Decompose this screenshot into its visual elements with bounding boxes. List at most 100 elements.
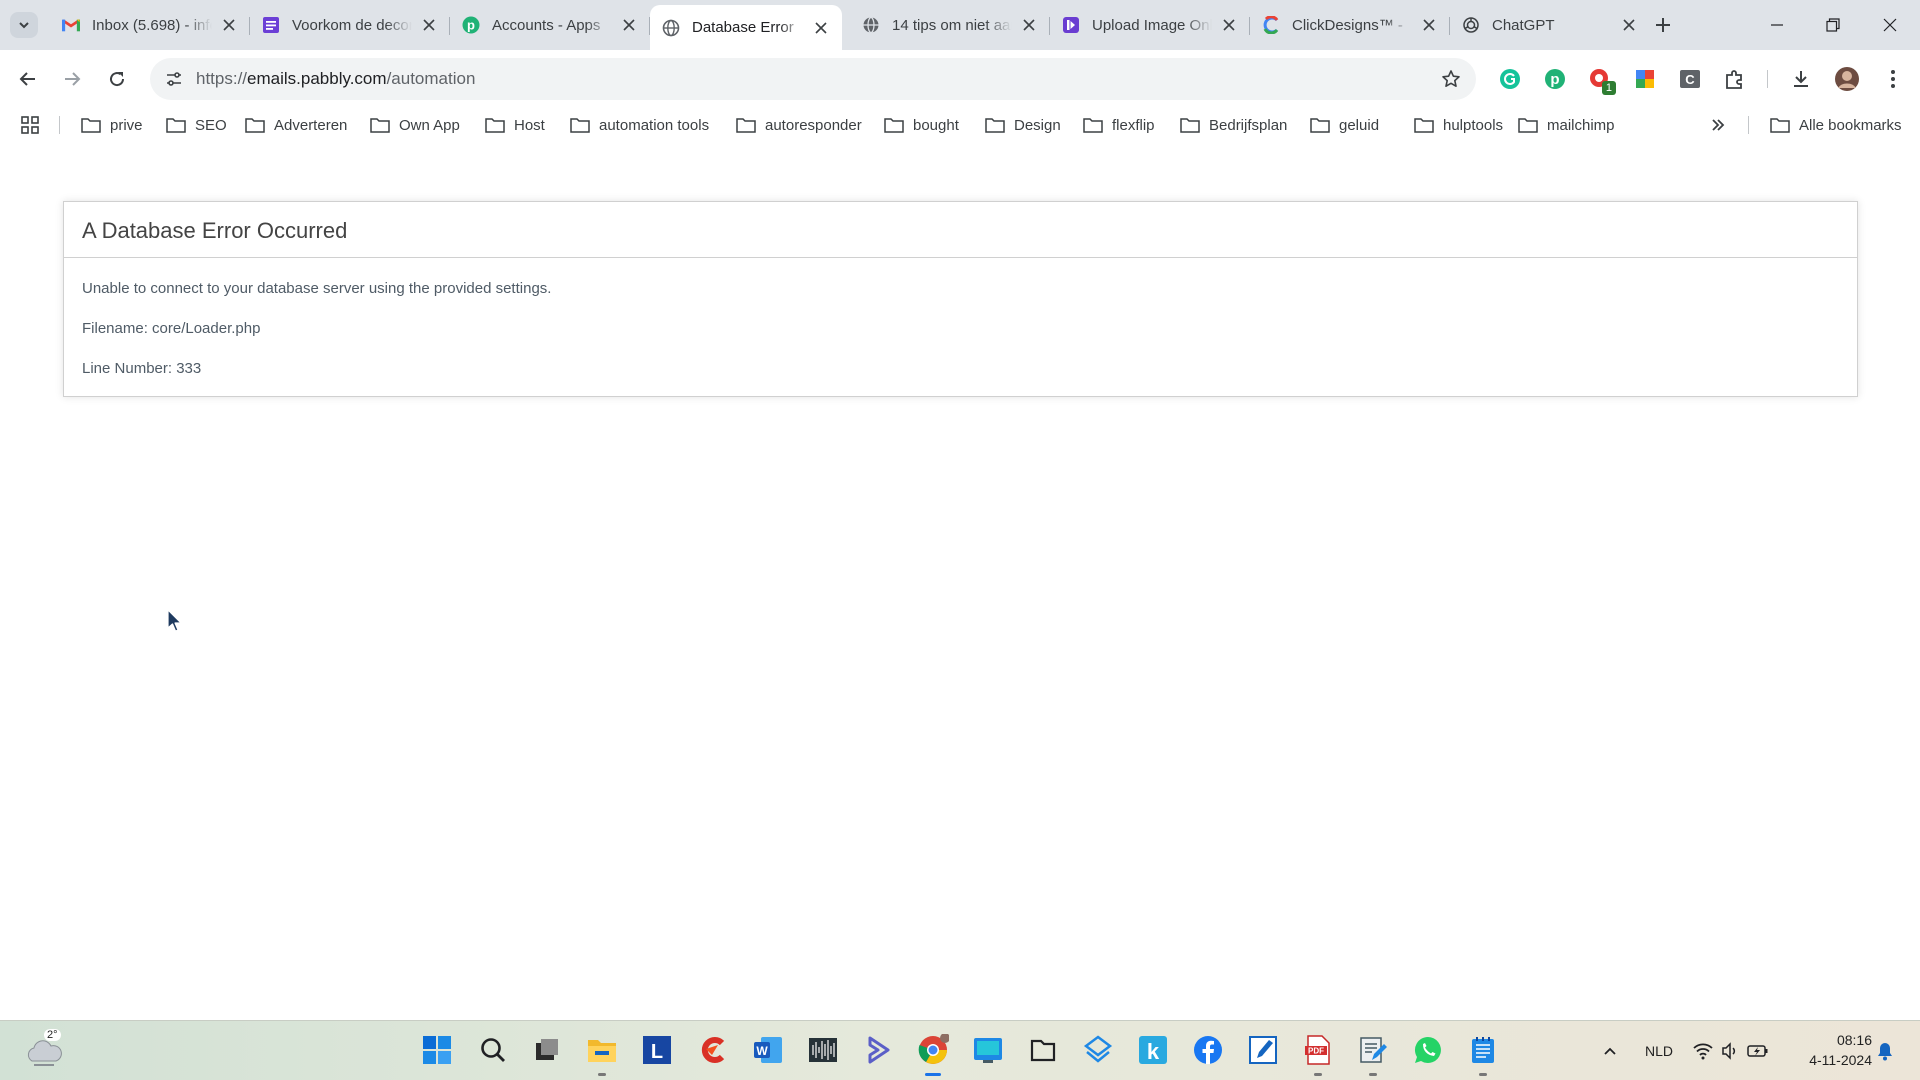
close-icon[interactable] <box>1420 16 1438 34</box>
bookmark-folder-own-app[interactable]: Own App <box>370 108 460 142</box>
taskbar-diamond-app[interactable] <box>1081 1033 1115 1067</box>
tab-accounts[interactable]: p Accounts - Apps <box>450 7 650 43</box>
taskbar-pdf-app[interactable]: PDF <box>1301 1033 1335 1076</box>
play-ribbon-icon <box>868 1036 890 1064</box>
grammarly-icon <box>1500 69 1520 89</box>
bookmark-label: Design <box>1014 116 1061 134</box>
bookmark-folder-adverteren[interactable]: Adverteren <box>245 108 347 142</box>
new-tab-button[interactable] <box>1650 12 1676 38</box>
tab-clickdesigns[interactable]: ClickDesigns™ - <box>1250 7 1450 43</box>
restore-button[interactable] <box>1805 0 1861 50</box>
tab-title: ClickDesigns™ - <box>1292 16 1403 34</box>
language-indicator[interactable]: NLD <box>1645 1021 1673 1080</box>
taskbar-chrome[interactable] <box>916 1033 950 1076</box>
tab-database-error[interactable]: Database Error <box>650 5 842 50</box>
task-view-button[interactable] <box>530 1033 564 1067</box>
taskbar-whatsapp[interactable] <box>1411 1033 1445 1067</box>
extension-grammarly[interactable] <box>1496 65 1524 93</box>
taskbar-files-app[interactable] <box>1026 1033 1060 1067</box>
quick-settings-button[interactable] <box>1693 1021 1769 1080</box>
notifications-button[interactable] <box>1876 1021 1894 1080</box>
taskbar-word[interactable]: W <box>751 1033 785 1067</box>
bookmark-star-button[interactable] <box>1440 68 1462 90</box>
tab-search-button[interactable] <box>10 12 38 38</box>
pen-note-icon <box>1249 1036 1277 1064</box>
bookmark-folder-host[interactable]: Host <box>485 108 545 142</box>
taskbar-audio-app[interactable] <box>806 1033 840 1067</box>
bookmark-folder-automation-tools[interactable]: automation tools <box>570 108 709 142</box>
bookmark-label: SEO <box>195 116 227 134</box>
taskbar-screen-app[interactable] <box>971 1033 1005 1067</box>
tab-14-tips[interactable]: 14 tips om niet aan <box>850 7 1050 43</box>
bookmark-folder-flexflip[interactable]: flexflip <box>1083 108 1155 142</box>
profile-button[interactable] <box>1833 65 1861 93</box>
taskbar-media-player[interactable] <box>861 1033 895 1067</box>
tab-title: ChatGPT <box>1492 16 1555 34</box>
close-icon[interactable] <box>812 19 830 37</box>
bell-icon <box>1878 1043 1892 1061</box>
bookmark-label: Bedrijfsplan <box>1209 116 1288 134</box>
extensions-button[interactable] <box>1721 65 1749 93</box>
apps-button[interactable] <box>20 108 40 142</box>
show-hidden-icons-button[interactable] <box>1602 1021 1618 1080</box>
bookmark-folder-mailchimp[interactable]: mailchimp <box>1518 108 1615 142</box>
extension-pabbly[interactable]: p <box>1541 65 1569 93</box>
bookmark-folder-bedrijfsplan[interactable]: Bedrijfsplan <box>1180 108 1287 142</box>
bookmark-folder-design[interactable]: Design <box>985 108 1061 142</box>
upload-app-icon <box>1062 16 1080 34</box>
downloads-button[interactable] <box>1787 65 1815 93</box>
bookmark-folder-bought[interactable]: bought <box>884 108 959 142</box>
close-icon[interactable] <box>1620 16 1638 34</box>
taskbar-l-app[interactable]: L <box>640 1033 674 1067</box>
address-bar[interactable]: https://emails.pabbly.com/automation <box>150 58 1476 100</box>
taskbar-facebook[interactable] <box>1191 1033 1225 1067</box>
browser-menu-button[interactable] <box>1879 65 1907 93</box>
tab-chatgpt[interactable]: ChatGPT <box>1450 7 1650 43</box>
taskbar-search-button[interactable] <box>476 1033 510 1067</box>
close-icon[interactable] <box>1020 16 1038 34</box>
close-icon[interactable] <box>1220 16 1238 34</box>
taskbar: 2° L W k PDF NLD 08:16 4-11-2024 <box>0 1020 1920 1080</box>
bookmark-label: prive <box>110 116 143 134</box>
extension-c[interactable]: C <box>1676 65 1704 93</box>
bookmark-folder-geluid[interactable]: geluid <box>1310 108 1379 142</box>
bookmark-folder-hulptools[interactable]: hulptools <box>1414 108 1503 142</box>
forward-button[interactable] <box>56 63 88 95</box>
taskbar-file-explorer[interactable] <box>585 1033 619 1076</box>
taskbar-k-app[interactable]: k <box>1136 1033 1170 1067</box>
weather-widget[interactable]: 2° <box>24 1029 64 1071</box>
close-icon[interactable] <box>220 16 238 34</box>
taskbar-notes-app[interactable] <box>1246 1033 1280 1067</box>
close-window-button[interactable] <box>1862 0 1918 50</box>
kebab-menu-icon <box>1891 70 1895 88</box>
bookmark-folder-autoresponder[interactable]: autoresponder <box>736 108 862 142</box>
reload-button[interactable] <box>101 63 133 95</box>
tab-gmail[interactable]: Inbox (5.698) - info@ <box>50 7 250 43</box>
bookmark-folder-prive[interactable]: prive <box>81 108 143 142</box>
word-icon: W <box>754 1037 782 1063</box>
tab-docs[interactable]: Voorkom de decoratie <box>250 7 450 43</box>
tab-upload-image[interactable]: Upload Image Online <box>1050 7 1250 43</box>
minimize-button[interactable] <box>1749 0 1805 50</box>
close-icon[interactable] <box>620 16 638 34</box>
avatar-icon <box>1835 67 1859 91</box>
more-bookmarks-button[interactable] <box>1710 108 1726 142</box>
tab-title: 14 tips om niet aan <box>892 16 1012 34</box>
extension-colorful[interactable] <box>1631 65 1659 93</box>
star-icon <box>1442 70 1460 87</box>
system-clock[interactable]: 08:16 4-11-2024 <box>1796 1030 1872 1070</box>
url-text[interactable]: https://emails.pabbly.com/automation <box>196 69 475 89</box>
start-button[interactable] <box>420 1033 454 1067</box>
site-info-button[interactable] <box>160 65 188 93</box>
taskbar-editor-app[interactable] <box>1356 1033 1390 1076</box>
taskbar-notepad[interactable] <box>1466 1033 1500 1076</box>
close-icon[interactable] <box>420 16 438 34</box>
tab-title: Inbox (5.698) - info@ <box>92 16 212 34</box>
bookmark-folder-seo[interactable]: SEO <box>166 108 227 142</box>
back-button[interactable] <box>12 63 44 95</box>
taskbar-ccleaner[interactable] <box>696 1033 730 1067</box>
browser-toolbar: https://emails.pabbly.com/automation p 1… <box>0 50 1920 108</box>
all-bookmarks-button[interactable]: Alle bookmarks <box>1770 108 1902 142</box>
extension-badge-app[interactable]: 1 <box>1586 65 1616 95</box>
pabbly-icon: p <box>462 16 480 34</box>
